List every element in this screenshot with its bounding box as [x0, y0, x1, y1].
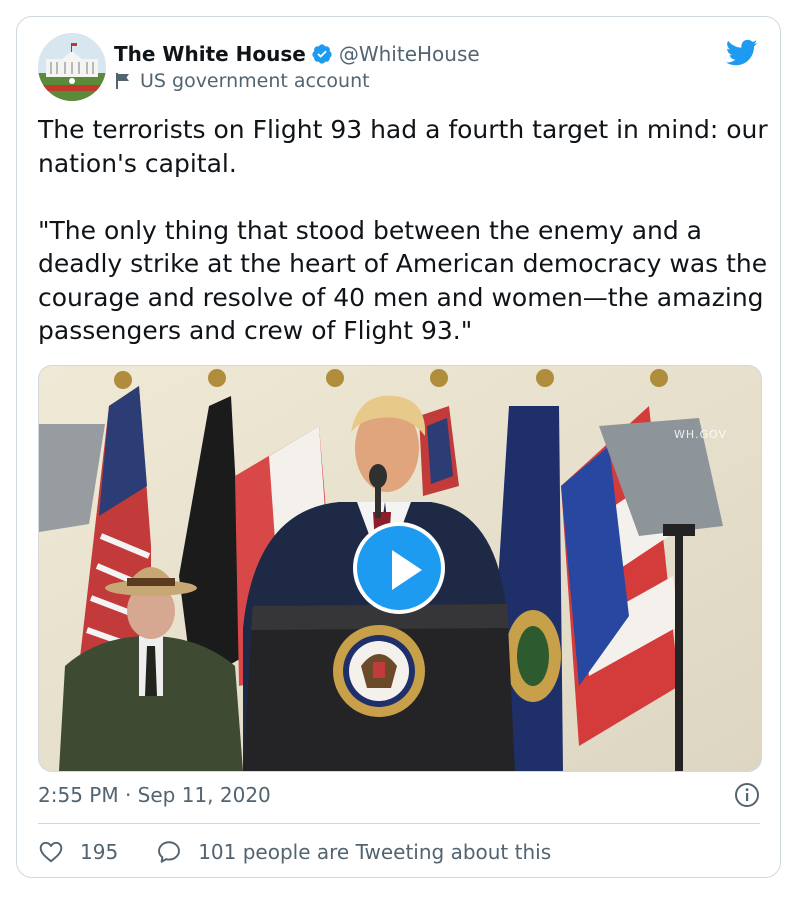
conversation-label: 101 people are Tweeting about this — [198, 840, 552, 864]
government-account-text: US government account — [140, 70, 370, 92]
government-account-label[interactable]: US government account — [114, 67, 370, 95]
like-button[interactable]: 195 — [38, 839, 118, 865]
timestamp-row: 2:55 PM · Sep 11, 2020 — [38, 779, 760, 811]
author-handle[interactable]: @WhiteHouse — [339, 42, 480, 66]
tweet-text: The terrorists on Flight 93 had a fourth… — [38, 115, 768, 345]
twitter-bird-icon[interactable] — [725, 39, 758, 67]
tweet-timestamp[interactable]: 2:55 PM · Sep 11, 2020 — [38, 783, 271, 807]
divider — [38, 823, 760, 824]
play-icon — [392, 550, 422, 590]
heart-icon — [39, 841, 63, 863]
video-watermark: WH.GOV — [674, 428, 727, 441]
author-avatar[interactable] — [38, 33, 106, 101]
tweet-actions: 195 101 people are Tweeting about this — [38, 835, 551, 869]
like-count: 195 — [80, 840, 119, 864]
white-house-avatar-image — [38, 33, 106, 101]
verified-badge-icon — [311, 43, 333, 65]
video-player[interactable]: WH.GOV — [38, 365, 762, 772]
flag-icon — [114, 72, 132, 90]
speech-bubble-icon — [158, 841, 181, 863]
conversation-button[interactable]: 101 people are Tweeting about this — [156, 839, 551, 865]
author-name-row: The White House @WhiteHouse — [114, 39, 480, 69]
play-button[interactable] — [353, 522, 445, 614]
author-display-name[interactable]: The White House — [114, 42, 306, 66]
tweet-card: The White House @WhiteHouse US governmen… — [16, 16, 781, 878]
info-icon[interactable] — [734, 782, 760, 808]
